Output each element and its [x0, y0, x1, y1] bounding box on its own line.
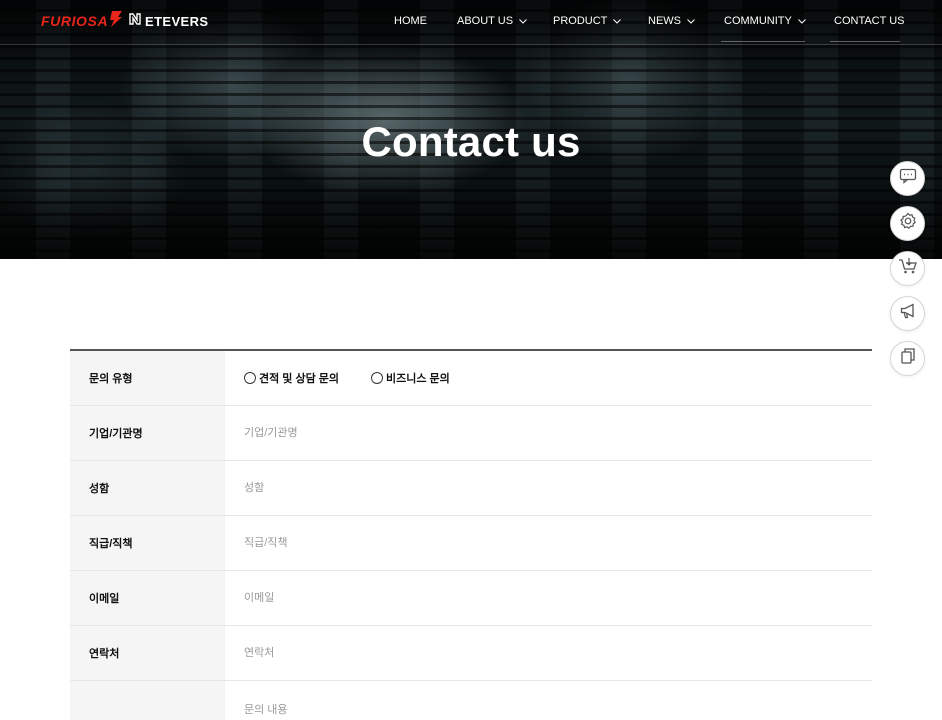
page-title: Contact us: [361, 118, 581, 165]
radio-quote-consult-label: 견적 및 상담 문의: [259, 373, 340, 385]
radio-quote-consult[interactable]: 견적 및 상담 문의: [244, 351, 339, 405]
nav-product-label: PRODUCT: [553, 15, 608, 27]
chevron-down-icon: [613, 15, 622, 27]
chevron-down-icon: [687, 15, 695, 27]
form-row-inquiry-type: 문의 유형 견적 및 상담 문의 비즈니스 문의: [70, 351, 872, 406]
radio-circle-icon: [244, 372, 256, 384]
email-label: 이메일: [70, 571, 225, 625]
radio-business[interactable]: 비즈니스 문의: [371, 351, 450, 405]
radio-circle-icon: [371, 372, 383, 384]
form-row-name: 성함: [70, 461, 872, 516]
inquiry-type-field: 견적 및 상담 문의 비즈니스 문의: [225, 351, 872, 405]
nav-community-label: COMMUNITY: [724, 15, 792, 27]
side-notice-button[interactable]: [890, 296, 925, 331]
main-nav: HOME ABOUT US PRODUCT NEWS COMMUNITY CON…: [0, 0, 942, 45]
radio-business-label: 비즈니스 문의: [386, 373, 450, 385]
name-field: [225, 461, 872, 515]
nav-contact-us-underline: [830, 41, 900, 42]
side-chat-button[interactable]: [890, 161, 925, 196]
nav-news[interactable]: NEWS: [648, 13, 695, 29]
nav-product[interactable]: PRODUCT: [553, 13, 622, 29]
nav-news-label: NEWS: [648, 15, 681, 27]
position-label: 직급/직책: [70, 516, 225, 570]
side-settings-button[interactable]: [890, 206, 925, 241]
copy-icon: [899, 347, 917, 370]
nav-community[interactable]: COMMUNITY: [724, 13, 806, 29]
site-header: FURIOSA ETEVERS HOME ABOUT US PRODUCT NE…: [0, 0, 942, 45]
form-row-email: 이메일: [70, 571, 872, 626]
form-row-phone: 연락처: [70, 626, 872, 681]
email-input[interactable]: [244, 571, 844, 625]
chat-icon: [899, 168, 917, 189]
nav-about-us[interactable]: ABOUT US: [457, 13, 527, 29]
nav-home-label: HOME: [394, 15, 427, 27]
gear-icon: [899, 212, 917, 235]
side-cart-button[interactable]: [890, 251, 925, 286]
company-label: 기업/기관명: [70, 406, 225, 460]
chevron-down-icon: [519, 15, 527, 27]
nav-community-underline: [721, 41, 805, 42]
nav-contact-us-label: CONTACT US: [834, 15, 905, 27]
form-row-company: 기업/기관명: [70, 406, 872, 461]
company-field: [225, 406, 872, 460]
megaphone-icon: [899, 302, 917, 325]
side-copy-button[interactable]: [890, 341, 925, 376]
phone-label: 연락처: [70, 626, 225, 680]
chevron-down-icon: [797, 15, 806, 27]
content-label: [70, 681, 225, 720]
content-field: [225, 681, 872, 720]
position-input[interactable]: [244, 516, 844, 570]
position-field: [225, 516, 872, 570]
nav-contact-us[interactable]: CONTACT US: [834, 13, 905, 29]
inquiry-type-label: 문의 유형: [70, 351, 225, 405]
company-input[interactable]: [244, 406, 844, 460]
name-input[interactable]: [244, 461, 844, 515]
email-field: [225, 571, 872, 625]
contact-form: 문의 유형 견적 및 상담 문의 비즈니스 문의 기업/기관명 성함 직급/직책: [70, 349, 872, 720]
phone-input[interactable]: [244, 626, 844, 680]
phone-field: [225, 626, 872, 680]
nav-about-us-label: ABOUT US: [457, 15, 514, 27]
nav-home[interactable]: HOME: [394, 13, 427, 29]
form-row-position: 직급/직책: [70, 516, 872, 571]
content-textarea[interactable]: [244, 701, 844, 720]
name-label: 성함: [70, 461, 225, 515]
form-row-content: [70, 681, 872, 720]
cart-icon: [898, 257, 918, 280]
